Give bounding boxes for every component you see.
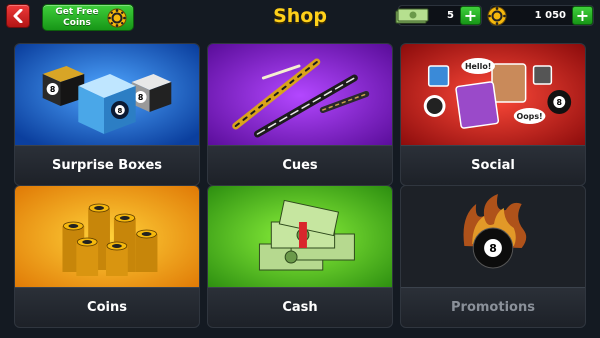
oops-bubble: Oops! — [517, 112, 543, 121]
avatar — [427, 65, 450, 87]
surprise-boxes-art: 8 8 8 — [15, 44, 199, 147]
tile-cues[interactable]: Cues — [207, 43, 393, 186]
tile-label: Promotions — [451, 300, 535, 315]
tile-coins[interactable]: Coins — [14, 185, 200, 328]
avatar — [491, 63, 527, 103]
tile-cash[interactable]: Cash — [207, 185, 393, 328]
svg-text:8: 8 — [557, 98, 563, 107]
tile-label: Surprise Boxes — [51, 158, 163, 173]
tile-social[interactable]: Hello! Oops! 8 Social — [400, 43, 586, 186]
avatar — [455, 81, 500, 129]
tile-label: Coins — [87, 300, 127, 315]
avatar — [532, 65, 553, 85]
cash-art — [208, 186, 392, 289]
tile-label: Cash — [282, 300, 318, 315]
svg-text:8: 8 — [117, 107, 122, 115]
tile-label: Social — [471, 158, 515, 173]
tile-label: Cues — [282, 158, 318, 173]
box-icon: 8 — [42, 66, 85, 106]
coins-art — [15, 186, 199, 289]
svg-text:8: 8 — [50, 85, 56, 94]
svg-text:8: 8 — [489, 242, 497, 255]
promotions-art: 8 — [401, 186, 585, 289]
hello-bubble: Hello! — [465, 62, 491, 71]
shop-grid: 8 8 8 Surprise Boxes Cues Hello! Oops! 8… — [0, 0, 600, 338]
social-art: Hello! Oops! 8 — [401, 44, 585, 147]
cues-art — [208, 44, 392, 147]
tile-surprise-boxes[interactable]: 8 8 8 Surprise Boxes — [14, 43, 200, 186]
svg-text:8: 8 — [138, 93, 144, 102]
tile-promotions[interactable]: 8 Promotions — [400, 185, 586, 328]
